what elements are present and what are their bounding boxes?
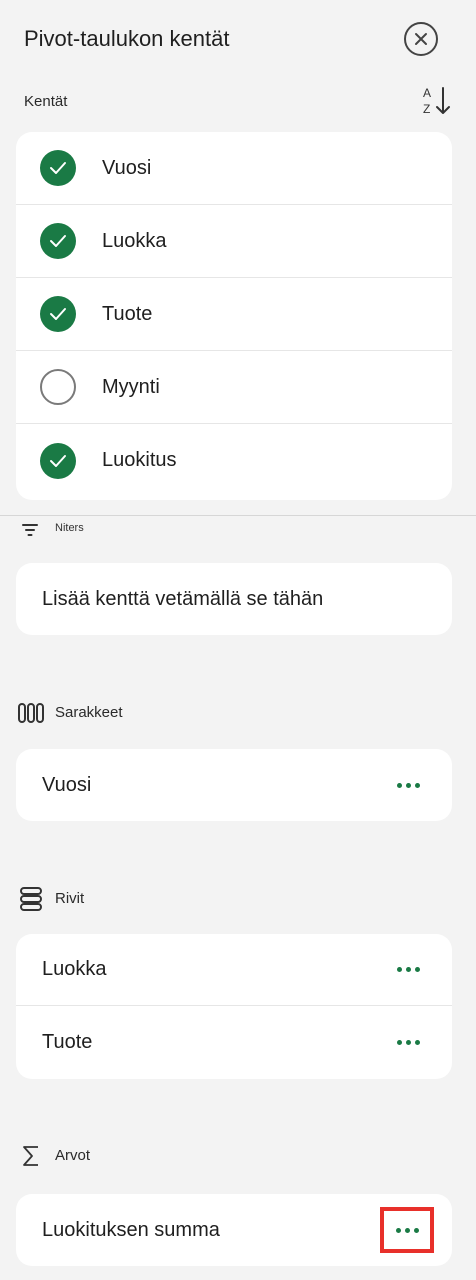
rows-list: Luokka Tuote	[16, 934, 452, 1079]
filter-icon	[22, 524, 38, 536]
filters-drop-zone[interactable]: Lisää kenttä vetämällä se tähän	[16, 563, 452, 635]
sort-button[interactable]: A Z	[420, 84, 454, 118]
fields-list: Vuosi Luokka Tuote Myynti Luokitus	[16, 132, 452, 500]
checkbox-unchecked[interactable]	[40, 369, 76, 405]
values-item-luokituksen-summa[interactable]: Luokituksen summa	[16, 1194, 452, 1266]
checkmark-icon	[50, 235, 66, 247]
checkbox-checked[interactable]	[40, 442, 76, 479]
more-dot-icon	[396, 1039, 402, 1045]
more-dot-icon	[405, 967, 411, 972]
close-icon	[415, 33, 427, 45]
more-dot-icon	[405, 1039, 411, 1045]
more-options-button[interactable]	[388, 770, 428, 800]
more-dot-icon	[405, 782, 411, 788]
field-item-vuosi[interactable]: Vuosi	[16, 132, 452, 205]
more-dot-icon	[414, 967, 420, 972]
more-dot-icon	[404, 1227, 410, 1233]
field-label: Vuosi	[102, 156, 152, 179]
more-dot-icon	[396, 967, 402, 972]
more-dot-icon	[413, 1227, 419, 1233]
more-dot-icon	[396, 782, 402, 788]
area-item-label: Luokituksen summa	[42, 1218, 220, 1241]
filters-section-label: Niters	[55, 522, 84, 534]
drop-zone-placeholder: Lisää kenttä vetämällä se tähän	[42, 587, 324, 610]
rows-item-luokka[interactable]: Luokka	[16, 934, 452, 1006]
section-divider	[0, 515, 476, 516]
more-dot-icon	[414, 782, 420, 788]
area-item-label: Tuote	[42, 1030, 93, 1053]
more-dot-icon	[395, 1227, 401, 1233]
field-label: Luokitus	[102, 449, 177, 471]
field-label: Luokka	[102, 229, 167, 252]
checkmark-icon	[50, 308, 66, 320]
close-button[interactable]	[404, 22, 438, 56]
checkbox-checked[interactable]	[40, 223, 76, 259]
fields-section-label: Kentät	[24, 93, 68, 110]
more-options-button[interactable]	[388, 1027, 428, 1057]
field-label: Myynti	[102, 375, 160, 398]
area-item-label: Vuosi	[42, 773, 92, 796]
values-section-label: Arvot	[55, 1147, 91, 1164]
field-item-luokitus[interactable]: Luokitus	[16, 424, 452, 497]
columns-item-vuosi[interactable]: Vuosi	[16, 749, 452, 821]
rows-section-label: Rivit	[55, 890, 85, 907]
field-label: Tuote	[102, 302, 153, 325]
svg-text:A: A	[423, 86, 431, 100]
values-list: Luokituksen summa	[16, 1194, 452, 1266]
checkmark-icon	[50, 454, 66, 467]
field-item-tuote[interactable]: Tuote	[16, 278, 452, 351]
rows-item-tuote[interactable]: Tuote	[16, 1006, 452, 1078]
checkbox-checked[interactable]	[40, 150, 76, 186]
columns-section-label: Sarakkeet	[55, 704, 123, 721]
sort-az-icon: A Z	[423, 86, 450, 116]
columns-list: Vuosi	[16, 749, 452, 821]
area-item-label: Luokka	[42, 958, 107, 980]
more-dot-icon	[414, 1039, 420, 1045]
field-item-myynti[interactable]: Myynti	[16, 351, 452, 424]
panel-title: Pivot-taulukon kentät	[24, 26, 230, 51]
sigma-icon	[23, 1146, 38, 1166]
more-options-button[interactable]	[388, 955, 428, 985]
checkmark-icon	[50, 162, 66, 174]
field-item-luokka[interactable]: Luokka	[16, 205, 452, 278]
checkbox-checked[interactable]	[40, 296, 76, 332]
rows-icon	[20, 887, 42, 911]
columns-icon	[18, 703, 44, 723]
more-options-button[interactable]	[380, 1207, 434, 1253]
svg-text:Z: Z	[423, 102, 430, 116]
